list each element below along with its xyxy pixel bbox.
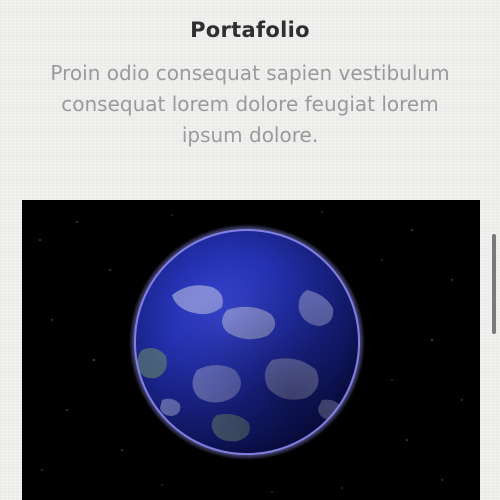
section-title: Portafolio	[190, 18, 310, 42]
portfolio-page: Portafolio Proin odio consequat sapien v…	[0, 0, 500, 500]
portfolio-image[interactable]	[22, 200, 480, 500]
vertical-scrollbar[interactable]	[492, 234, 496, 334]
earth-globe-icon	[22, 200, 480, 500]
section-description: Proin odio consequat sapien vestibulum c…	[50, 61, 450, 147]
